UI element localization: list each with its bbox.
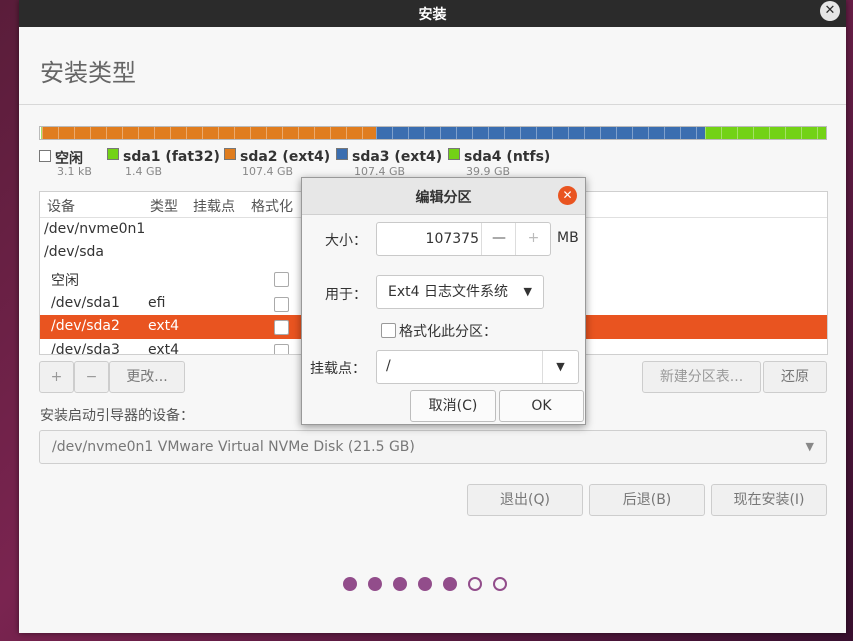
format-checkbox[interactable]	[274, 297, 289, 312]
chevron-down-icon: ▼	[805, 440, 814, 453]
format-partition-label[interactable]: 格式化此分区：	[399, 321, 497, 341]
install-now-button[interactable]: 现在安装(I)	[711, 484, 827, 516]
progress-dot	[493, 577, 507, 591]
legend-sda1: sda1 (fat32) 1.4 GB	[107, 148, 220, 184]
boot-device-value: /dev/nvme0n1 VMware Virtual NVMe Disk (2…	[52, 439, 415, 455]
format-checkbox[interactable]	[274, 320, 289, 335]
size-spinner[interactable]: 107375 — +	[376, 222, 551, 256]
new-partition-table-button[interactable]: 新建分区表...	[642, 361, 761, 393]
page-title: 安装类型	[40, 59, 136, 87]
size-label: 大小：	[325, 233, 367, 249]
device-cell: /dev/sda3	[51, 342, 120, 355]
progress-dot	[468, 577, 482, 591]
progress-dot	[443, 577, 457, 591]
mount-point-combo[interactable]: / ▼	[376, 350, 579, 384]
quit-button[interactable]: 退出(Q)	[467, 484, 583, 516]
boot-device-label: 安装启动引导器的设备：	[40, 408, 194, 424]
progress-dot	[368, 577, 382, 591]
type-cell: ext4	[148, 318, 180, 334]
format-checkbox[interactable]	[274, 272, 289, 287]
type-cell: ext4	[148, 342, 180, 355]
progress-dot	[393, 577, 407, 591]
change-partition-button[interactable]: 更改...	[109, 361, 185, 393]
dialog-title-bar: 编辑分区 ✕	[302, 178, 585, 215]
col-format[interactable]: 格式化	[251, 196, 293, 216]
dialog-title: 编辑分区	[415, 190, 472, 206]
legend-swatch	[448, 148, 460, 160]
use-as-label: 用于：	[325, 287, 367, 303]
ok-button[interactable]: OK	[499, 390, 584, 422]
window-title: 安装	[418, 7, 447, 23]
divider	[19, 104, 846, 105]
legend-free: 空闲 3.1 kB	[39, 148, 92, 184]
device-cell: /dev/sda1	[51, 295, 120, 311]
progress-dot	[343, 577, 357, 591]
chevron-down-icon: ▼	[523, 285, 532, 298]
dialog-close-button[interactable]: ✕	[558, 186, 577, 205]
remove-partition-button[interactable]: −	[74, 361, 109, 393]
size-unit: MB	[557, 230, 579, 246]
legend-label: sda3 (ext4)	[352, 149, 443, 165]
decrease-button[interactable]: —	[481, 223, 516, 255]
back-button[interactable]: 后退(B)	[589, 484, 705, 516]
col-type[interactable]: 类型	[150, 196, 178, 216]
revert-button[interactable]: 还原	[763, 361, 827, 393]
format-partition-checkbox[interactable]	[381, 323, 396, 338]
type-cell: efi	[148, 295, 166, 311]
device-cell: /dev/sda	[44, 244, 104, 260]
legend-size: 3.1 kB	[57, 165, 92, 178]
partition-bar	[39, 126, 827, 140]
legend-label: sda4 (ntfs)	[464, 149, 551, 165]
device-cell: 空闲	[51, 273, 79, 289]
edit-partition-dialog: 编辑分区 ✕ 大小： 107375 — + MB 用于： Ext4 日志文件系统…	[301, 177, 586, 425]
mount-point-label: 挂载点：	[310, 361, 366, 377]
add-partition-button[interactable]: +	[39, 361, 74, 393]
col-device[interactable]: 设备	[47, 196, 75, 216]
partition-bar-sda2	[42, 127, 376, 139]
legend-swatch	[336, 148, 348, 160]
col-mount[interactable]: 挂载点	[193, 196, 235, 216]
increase-button[interactable]: +	[515, 223, 551, 255]
title-bar: 安装 ✕	[19, 0, 846, 27]
legend-size: 107.4 GB	[242, 165, 294, 178]
filesystem-select[interactable]: Ext4 日志文件系统 ▼	[376, 275, 544, 309]
chevron-down-icon[interactable]: ▼	[542, 351, 578, 383]
legend-label: sda2 (ext4)	[240, 149, 331, 165]
filesystem-value: Ext4 日志文件系统	[388, 284, 508, 300]
legend-swatch	[39, 150, 51, 162]
legend-swatch	[224, 148, 236, 160]
cancel-button[interactable]: 取消(C)	[410, 390, 496, 422]
progress-dot	[418, 577, 432, 591]
progress-dots	[343, 577, 507, 591]
format-checkbox[interactable]	[274, 344, 289, 354]
legend-swatch	[107, 148, 119, 160]
partition-bar-sda3	[376, 127, 705, 139]
partition-bar-sda4	[705, 127, 826, 139]
legend-label: sda1 (fat32)	[123, 149, 220, 165]
legend-size: 1.4 GB	[125, 165, 163, 178]
device-cell: /dev/nvme0n1	[44, 221, 146, 237]
boot-device-select[interactable]: /dev/nvme0n1 VMware Virtual NVMe Disk (2…	[39, 430, 827, 464]
device-cell: /dev/sda2	[51, 318, 120, 334]
window-close-button[interactable]: ✕	[820, 1, 840, 21]
mount-point-value[interactable]: /	[386, 358, 391, 374]
size-value[interactable]: 107375	[426, 231, 479, 247]
